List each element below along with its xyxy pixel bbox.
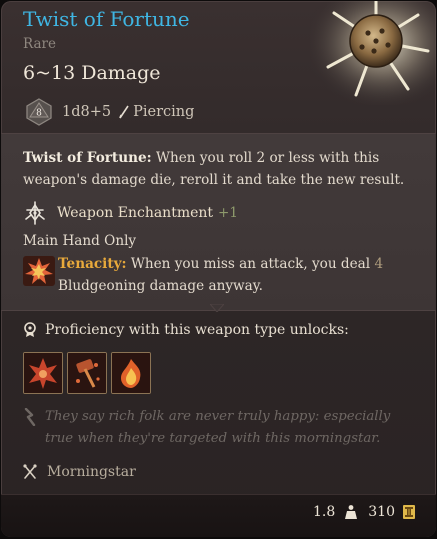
damage-dice-row: 8 1d8+5 Piercing <box>25 97 194 127</box>
flavor-text: They say rich folk are never truly happy… <box>45 409 391 446</box>
morningstar-art-icon <box>310 1 436 105</box>
tenacity-text: When you miss an attack, you deal <box>130 256 371 272</box>
damage-roll: 1d8+5 <box>62 104 112 120</box>
damage-type: Piercing <box>133 104 195 120</box>
proficiency-icon <box>24 322 36 337</box>
weight-icon <box>345 505 358 519</box>
proficiency-header: Proficiency with this weapon type unlock… <box>23 322 349 338</box>
bludgeon-icon <box>68 353 106 393</box>
brutal-strike-icon <box>24 353 62 393</box>
proficiency-label: Proficiency with this weapon type unlock… <box>45 322 349 338</box>
passive-name: Twist of Fortune: <box>23 150 152 166</box>
item-weight: 1.8 <box>313 504 336 520</box>
fire-burst-icon <box>112 353 150 393</box>
weapon-enchantment-icon <box>25 201 45 225</box>
item-name: Twist of Fortune <box>23 7 190 31</box>
main-hand-only: Main Hand Only <box>23 233 137 249</box>
action-slot[interactable] <box>67 352 107 394</box>
gold-coin-icon <box>403 505 415 519</box>
crossed-weapons-icon <box>23 464 37 479</box>
tenacity-damage-type: Bludgeoning damage <box>58 278 205 294</box>
unlocked-actions <box>23 352 151 394</box>
footer-bar: 1.8 310 <box>1 494 436 537</box>
weapon-type: Morningstar <box>47 464 136 480</box>
enchantment-row: Weapon Enchantment +1 <box>23 201 238 225</box>
item-tooltip: Twist of Fortune Rare 6~13 Damage 8 1d8+… <box>1 1 436 537</box>
action-slot[interactable] <box>111 352 151 394</box>
tenacity-text-end: anyway. <box>208 278 263 294</box>
damage-range: 6~13 Damage <box>23 62 161 84</box>
piercing-icon <box>119 105 129 119</box>
passive-description: Twist of Fortune: When you roll 2 or les… <box>23 147 423 191</box>
die-face-label: 8 <box>36 109 42 119</box>
divider-notch-icon <box>210 304 224 312</box>
weapon-type-row: Morningstar <box>23 464 136 480</box>
action-slot[interactable] <box>23 352 63 394</box>
enchantment-bonus: +1 <box>218 205 238 221</box>
item-value: 310 <box>368 504 395 520</box>
tenacity-icon <box>23 256 55 286</box>
tenacity-name: Tenacity: <box>58 256 127 272</box>
d8-die-icon: 8 <box>26 98 52 126</box>
quote-icon <box>24 408 36 426</box>
item-rarity: Rare <box>23 36 56 52</box>
enchantment-label: Weapon Enchantment <box>57 205 214 221</box>
tenacity-amount: 4 <box>374 256 384 272</box>
